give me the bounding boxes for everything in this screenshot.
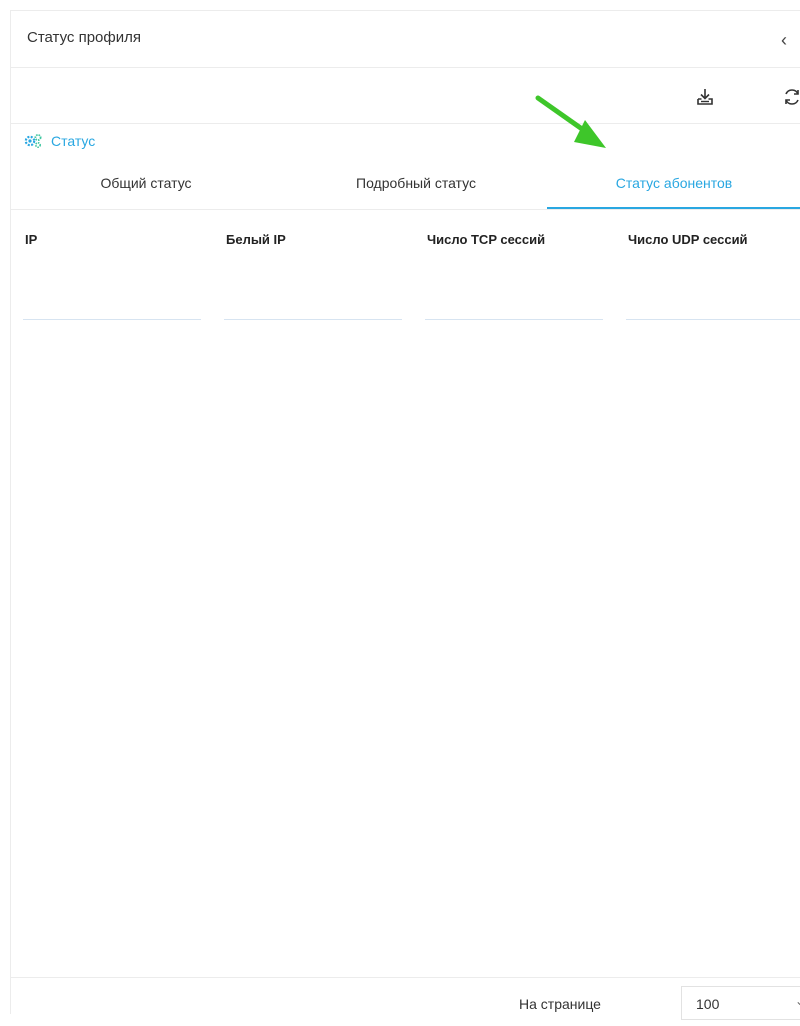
chevron-down-icon: ⌄ (794, 994, 800, 1008)
pagination-footer: На странице 100 ⌄ (11, 977, 800, 1026)
column-white-ip[interactable]: Белый IP (224, 211, 402, 320)
per-page-value: 100 (696, 996, 720, 1012)
column-label: Число TCP сессий (427, 232, 546, 247)
chevron-left-icon[interactable]: ‹ (776, 31, 792, 49)
tab-subscribers-status[interactable]: Статус абонентов (547, 161, 800, 209)
refresh-icon[interactable] (781, 86, 800, 108)
column-label: Число UDP сессий (628, 232, 748, 247)
column-label: IP (25, 232, 38, 247)
refresh-icon-graphic (785, 89, 799, 105)
column-tcp-sessions[interactable]: Число TCP сессий (425, 211, 603, 320)
status-section-label: Статус (51, 133, 96, 149)
per-page-select[interactable]: 100 ⌄ (681, 986, 800, 1020)
gears-icon (24, 134, 42, 149)
tab-detailed-status[interactable]: Подробный статус (316, 161, 516, 209)
column-udp-sessions[interactable]: Число UDP сессий (626, 211, 800, 320)
column-ip[interactable]: IP (23, 211, 201, 320)
status-section-title: Статус (23, 131, 95, 151)
per-page-label: На странице (519, 996, 601, 1012)
toolbar (11, 68, 800, 124)
download-icon-graphic (697, 89, 713, 105)
subscribers-table-header: IP Белый IP Число TCP сессий Число UDP с… (11, 211, 800, 321)
download-icon[interactable] (694, 86, 716, 108)
panel-header: Статус профиля ‹ (11, 11, 800, 68)
profile-status-panel: Статус профиля ‹ Статус Общий статус Под… (10, 10, 800, 1020)
tab-general-status[interactable]: Общий статус (61, 161, 231, 209)
column-label: Белый IP (226, 232, 286, 247)
panel-title: Статус профиля (27, 29, 141, 46)
status-tabs: Общий статус Подробный статус Статус або… (11, 161, 800, 210)
green-arrow-icon (535, 95, 606, 148)
